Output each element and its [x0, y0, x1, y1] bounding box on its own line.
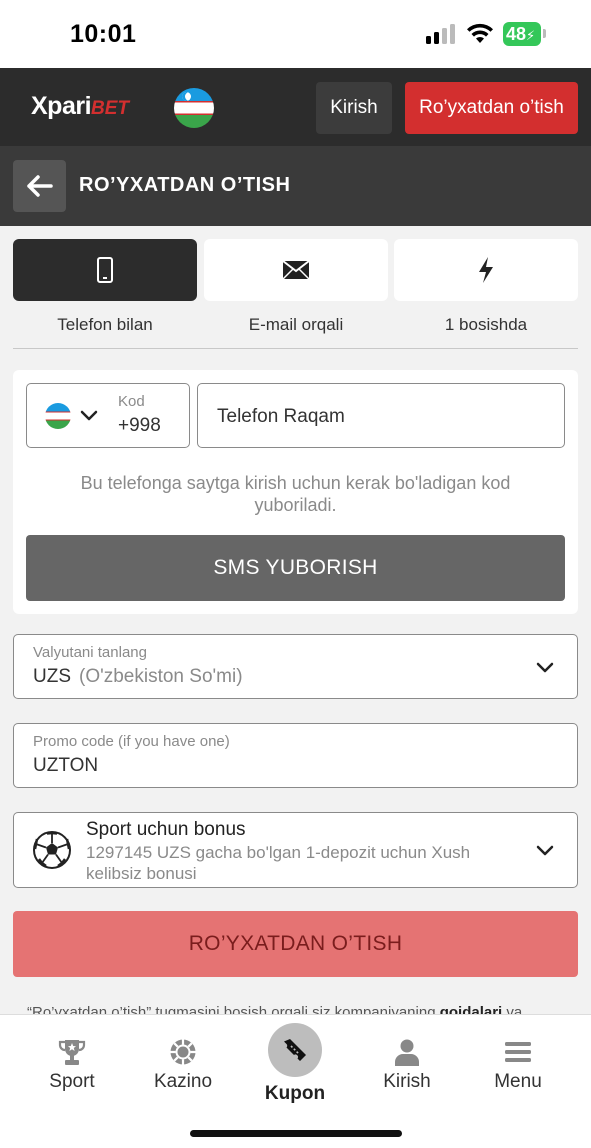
cellular-signal-icon	[426, 24, 456, 44]
soccer-ball-icon	[33, 831, 71, 869]
nav-kupon-label: Kupon	[264, 1083, 326, 1104]
arrow-left-icon	[26, 175, 53, 197]
app-header: XpariBET Kirish Ro’yxatdan o’tish	[0, 68, 591, 146]
bonus-title: Sport uchun bonus	[86, 819, 246, 840]
uzbekistan-flag-icon	[45, 403, 71, 429]
chevron-down-icon	[80, 410, 98, 421]
currency-code: UZS	[33, 666, 71, 687]
send-sms-button[interactable]: SMS YUBORISH	[26, 535, 565, 601]
code-value: +998	[118, 415, 161, 436]
chevron-down-icon	[536, 662, 554, 673]
logo-main: Xpari	[31, 92, 92, 120]
chevron-down-icon	[536, 845, 554, 856]
login-button[interactable]: Kirish	[316, 82, 392, 134]
uzbekistan-flag-icon[interactable]	[174, 88, 214, 128]
nav-kirish[interactable]: Kirish	[362, 1037, 452, 1093]
promo-code-field[interactable]: Promo code (if you have one) UZTON	[13, 723, 578, 788]
nav-menu-label: Menu	[494, 1071, 542, 1092]
currency-name: (O'zbekiston So'mi)	[79, 666, 243, 687]
currency-select[interactable]: Valyutani tanlang UZS (O'zbekiston So'mi)	[13, 634, 578, 699]
bonus-select[interactable]: Sport uchun bonus 1297145 UZS gacha bo'l…	[13, 812, 578, 888]
hamburger-icon	[505, 1042, 531, 1062]
tab-one-click-label: 1 bosishda	[444, 315, 528, 334]
wifi-icon	[467, 23, 493, 43]
battery-level: 48	[506, 24, 527, 44]
xparibet-logo[interactable]: XpariBET	[31, 92, 129, 121]
user-icon	[395, 1039, 419, 1066]
country-code-select[interactable]: Kod +998	[26, 383, 190, 448]
register-submit-button[interactable]: RO’YXATDAN O’TISH	[13, 911, 578, 977]
nav-kupon[interactable]: Kupon	[250, 1023, 340, 1105]
bonus-description: 1297145 UZS gacha bo'lgan 1-depozit uchu…	[86, 843, 471, 883]
page-title-bar: RO’YXATDAN O’TISH	[0, 146, 591, 226]
ticket-icon	[284, 1039, 306, 1061]
phone-icon	[97, 257, 113, 283]
sms-hint-text: Bu telefonga saytga kirish uchun kerak b…	[80, 473, 511, 515]
tab-phone[interactable]	[13, 239, 197, 301]
nav-kirish-label: Kirish	[383, 1071, 431, 1092]
kupon-circle	[268, 1023, 322, 1077]
battery-cap	[543, 29, 546, 38]
phone-number-input[interactable]: Telefon Raqam	[197, 383, 565, 448]
tab-one-click[interactable]	[394, 239, 578, 301]
register-header-button[interactable]: Ro’yxatdan o’tish	[405, 82, 578, 134]
back-button[interactable]	[13, 160, 66, 212]
nav-kazino-label: Kazino	[153, 1071, 213, 1092]
nav-kazino[interactable]: Kazino	[138, 1037, 228, 1093]
status-bar: 10:01 48⚡	[0, 0, 591, 68]
logo-accent: BET	[91, 98, 130, 119]
status-time: 10:01	[70, 20, 137, 48]
promo-label: Promo code (if you have one)	[33, 733, 230, 750]
phone-number-placeholder: Telefon Raqam	[217, 406, 345, 427]
currency-label: Valyutani tanlang	[33, 644, 147, 661]
battery-icon: 48⚡	[503, 22, 541, 46]
tab-email[interactable]	[204, 239, 388, 301]
tab-phone-label: Telefon bilan	[57, 315, 153, 334]
bottom-navigation: Sport Kazino Kupon Kirish Menu	[0, 1014, 591, 1148]
tab-email-label: E-mail orqali	[248, 315, 344, 334]
nav-sport-label: Sport	[49, 1071, 95, 1092]
currency-value: UZS (O'zbekiston So'mi)	[33, 666, 243, 688]
promo-value: UZTON	[33, 755, 99, 776]
trophy-icon	[58, 1040, 86, 1065]
nav-menu[interactable]: Menu	[473, 1037, 563, 1093]
page-title: RO’YXATDAN O’TISH	[79, 174, 291, 196]
home-indicator	[190, 1130, 402, 1137]
nav-sport[interactable]: Sport	[27, 1037, 117, 1093]
code-label: Kod	[118, 393, 145, 410]
casino-chip-icon	[170, 1039, 196, 1065]
tabs-divider	[13, 348, 578, 349]
envelope-icon	[282, 260, 310, 280]
lightning-icon	[479, 257, 493, 283]
phone-registration-card: Kod +998 Telefon Raqam Bu telefonga sayt…	[13, 370, 578, 614]
